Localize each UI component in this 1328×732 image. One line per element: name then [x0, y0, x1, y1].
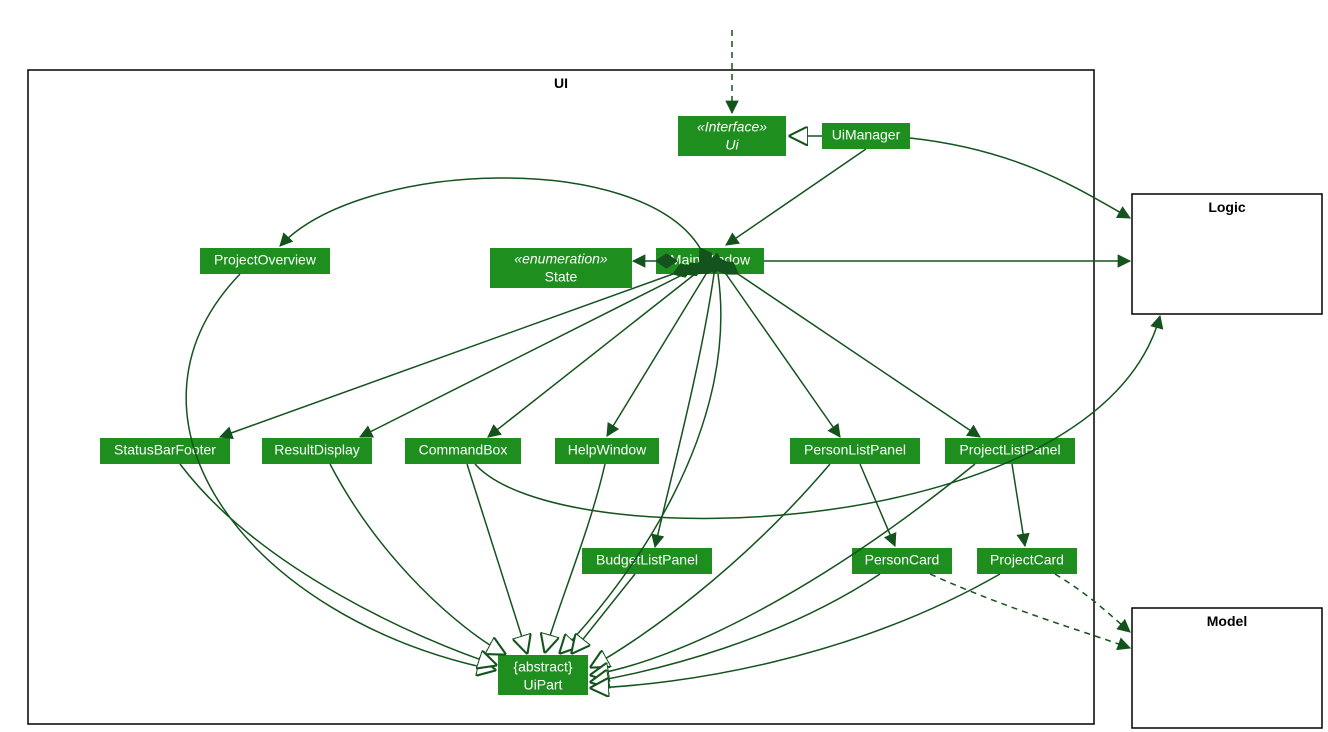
node-help-window-label: HelpWindow: [568, 442, 647, 458]
node-help-window: HelpWindow: [555, 438, 659, 464]
package-ui: [28, 70, 1094, 724]
node-person-list-panel-label: PersonListPanel: [804, 442, 906, 458]
node-project-list-panel: ProjectListPanel: [945, 438, 1075, 464]
node-enum-state: «enumeration» State: [490, 248, 632, 288]
node-interface-ui-stereotype: «Interface»: [697, 119, 767, 135]
node-person-card-label: PersonCard: [865, 552, 940, 568]
node-ui-manager-label: UiManager: [832, 127, 901, 143]
node-interface-ui-name: Ui: [725, 137, 739, 153]
node-interface-ui: «Interface» Ui: [678, 116, 786, 156]
uml-diagram: UI Logic Model «Interface» Ui UiManager …: [0, 0, 1328, 732]
node-main-window-label: MainWindow: [670, 252, 751, 268]
node-budget-list-panel-label: BudgetListPanel: [596, 552, 698, 568]
node-result-display-label: ResultDisplay: [274, 442, 360, 458]
package-ui-title: UI: [554, 75, 568, 91]
node-project-card: ProjectCard: [977, 548, 1077, 574]
node-project-card-label: ProjectCard: [990, 552, 1064, 568]
node-status-bar-footer: StatusBarFooter: [100, 438, 230, 464]
node-command-box: CommandBox: [405, 438, 521, 464]
node-project-overview: ProjectOverview: [200, 248, 330, 274]
node-ui-manager: UiManager: [822, 123, 910, 149]
package-model-title: Model: [1207, 613, 1247, 629]
node-ui-part: {abstract} UiPart: [498, 655, 588, 695]
node-ui-part-name: UiPart: [524, 677, 563, 693]
node-person-card: PersonCard: [852, 548, 952, 574]
node-enum-state-stereotype: «enumeration»: [514, 251, 608, 267]
node-command-box-label: CommandBox: [419, 442, 508, 458]
node-ui-part-stereotype: {abstract}: [513, 659, 572, 675]
package-logic-title: Logic: [1208, 199, 1246, 215]
node-project-overview-label: ProjectOverview: [214, 252, 317, 268]
node-enum-state-name: State: [545, 269, 578, 285]
node-status-bar-footer-label: StatusBarFooter: [114, 442, 216, 458]
node-budget-list-panel: BudgetListPanel: [582, 548, 712, 574]
node-person-list-panel: PersonListPanel: [790, 438, 920, 464]
node-main-window: MainWindow: [656, 248, 764, 274]
node-result-display: ResultDisplay: [262, 438, 372, 464]
